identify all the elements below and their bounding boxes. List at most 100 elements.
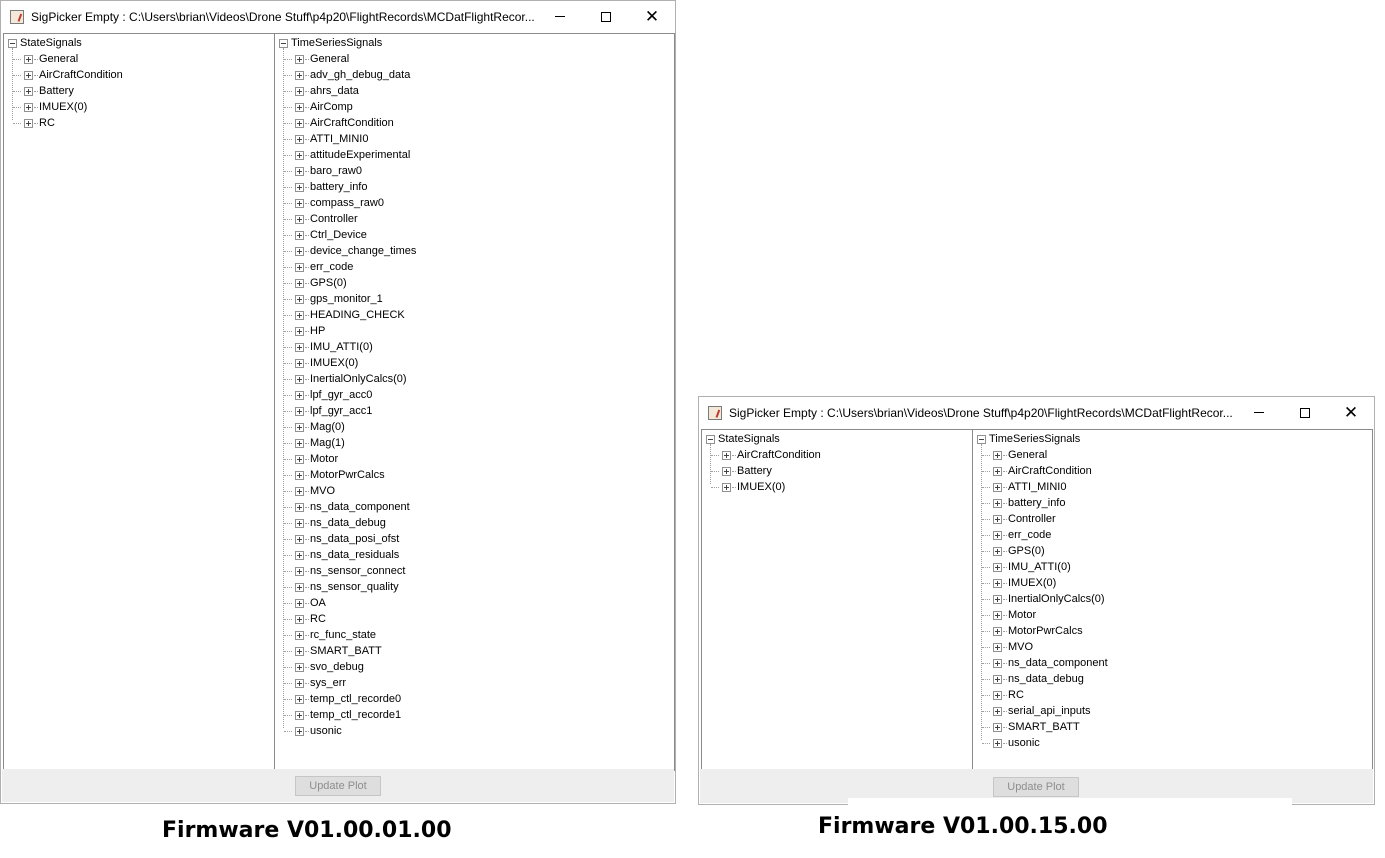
tree-node[interactable]: Controller: [284, 211, 358, 227]
tree-node[interactable]: svo_debug: [284, 659, 364, 675]
tree-expand-icon[interactable]: [295, 630, 304, 640]
tree-expand-icon[interactable]: [24, 86, 33, 96]
tree-node[interactable]: HEADING_CHECK: [284, 307, 405, 323]
tree-root[interactable]: TimeSeriesSignals: [279, 35, 382, 51]
tree-node[interactable]: AirCraftCondition: [711, 447, 821, 463]
tree-expand-icon[interactable]: [295, 326, 304, 336]
tree-expand-icon[interactable]: [993, 674, 1002, 684]
tree-node[interactable]: ATTI_MINI0: [982, 479, 1066, 495]
tree-node[interactable]: IMUEX(0): [284, 355, 358, 371]
tree-expand-icon[interactable]: [295, 214, 304, 224]
tree-root[interactable]: StateSignals: [706, 431, 780, 447]
tree-expand-icon[interactable]: [295, 614, 304, 624]
tree-expand-icon[interactable]: [295, 566, 304, 576]
tree-node[interactable]: ns_data_component: [284, 499, 410, 515]
tree-expand-icon[interactable]: [295, 694, 304, 704]
tree-node[interactable]: MVO: [284, 483, 335, 499]
tree-node[interactable]: General: [284, 51, 349, 67]
tree-expand-icon[interactable]: [295, 86, 304, 96]
tree-expand-icon[interactable]: [993, 450, 1002, 460]
tree-node[interactable]: err_code: [982, 527, 1051, 543]
tree-expand-icon[interactable]: [295, 518, 304, 528]
tree-expand-icon[interactable]: [295, 598, 304, 608]
tree-node[interactable]: temp_ctl_recorde0: [284, 691, 401, 707]
tree-expand-icon[interactable]: [24, 102, 33, 112]
tree-node[interactable]: Battery: [711, 463, 772, 479]
tree-node[interactable]: gps_monitor_1: [284, 291, 383, 307]
tree-node[interactable]: rc_func_state: [284, 627, 376, 643]
tree-expand-icon[interactable]: [295, 438, 304, 448]
tree-collapse-icon[interactable]: [8, 38, 17, 48]
tree-expand-icon[interactable]: [295, 182, 304, 192]
tree-node[interactable]: usonic: [284, 723, 342, 739]
tree-expand-icon[interactable]: [295, 342, 304, 352]
tree-node[interactable]: IMUEX(0): [982, 575, 1056, 591]
tree-node[interactable]: AirComp: [284, 99, 353, 115]
tree-root[interactable]: TimeSeriesSignals: [977, 431, 1080, 447]
tree-expand-icon[interactable]: [295, 486, 304, 496]
tree-node[interactable]: Mag(1): [284, 435, 345, 451]
tree-node[interactable]: IMUEX(0): [13, 99, 87, 115]
tree-node[interactable]: MotorPwrCalcs: [284, 467, 385, 483]
time-series-signals-tree[interactable]: TimeSeriesSignals General adv_gh_debug_dat…: [274, 33, 675, 771]
tree-expand-icon[interactable]: [295, 150, 304, 160]
tree-node[interactable]: GPS(0): [284, 275, 347, 291]
tree-expand-icon[interactable]: [295, 406, 304, 416]
tree-node[interactable]: lpf_gyr_acc1: [284, 403, 372, 419]
tree-node[interactable]: baro_raw0: [284, 163, 362, 179]
tree-node[interactable]: serial_api_inputs: [982, 703, 1091, 719]
tree-node[interactable]: InertialOnlyCalcs(0): [982, 591, 1105, 607]
close-button[interactable]: ✕: [629, 1, 675, 32]
title-bar[interactable]: SigPicker Empty : C:\Users\brian\Videos\…: [1, 1, 675, 32]
tree-expand-icon[interactable]: [993, 642, 1002, 652]
tree-expand-icon[interactable]: [295, 294, 304, 304]
tree-node[interactable]: usonic: [982, 735, 1040, 751]
state-signals-tree[interactable]: StateSignals General AirCraftCondition Batt…: [3, 33, 275, 771]
tree-expand-icon[interactable]: [295, 230, 304, 240]
tree-node[interactable]: IMU_ATTI(0): [284, 339, 373, 355]
tree-expand-icon[interactable]: [295, 726, 304, 736]
tree-expand-icon[interactable]: [722, 482, 731, 492]
tree-expand-icon[interactable]: [722, 466, 731, 476]
tree-node[interactable]: AirCraftCondition: [982, 463, 1092, 479]
tree-node[interactable]: sys_err: [284, 675, 346, 691]
tree-expand-icon[interactable]: [993, 738, 1002, 748]
tree-node[interactable]: General: [13, 51, 78, 67]
update-plot-button[interactable]: Update Plot: [993, 777, 1079, 797]
tree-node[interactable]: Motor: [284, 451, 338, 467]
tree-expand-icon[interactable]: [993, 722, 1002, 732]
tree-node[interactable]: Controller: [982, 511, 1056, 527]
tree-expand-icon[interactable]: [295, 278, 304, 288]
tree-node[interactable]: AirCraftCondition: [284, 115, 394, 131]
tree-node[interactable]: IMU_ATTI(0): [982, 559, 1071, 575]
maximize-button[interactable]: [583, 1, 629, 32]
tree-node[interactable]: RC: [284, 611, 326, 627]
tree-expand-icon[interactable]: [993, 706, 1002, 716]
tree-node[interactable]: OA: [284, 595, 326, 611]
tree-expand-icon[interactable]: [295, 262, 304, 272]
tree-expand-icon[interactable]: [993, 594, 1002, 604]
tree-expand-icon[interactable]: [993, 610, 1002, 620]
tree-node[interactable]: AirCraftCondition: [13, 67, 123, 83]
tree-expand-icon[interactable]: [295, 54, 304, 64]
tree-expand-icon[interactable]: [993, 482, 1002, 492]
tree-expand-icon[interactable]: [295, 246, 304, 256]
tree-expand-icon[interactable]: [295, 198, 304, 208]
tree-node[interactable]: Battery: [13, 83, 74, 99]
tree-expand-icon[interactable]: [295, 166, 304, 176]
tree-expand-icon[interactable]: [993, 690, 1002, 700]
tree-node[interactable]: ns_sensor_quality: [284, 579, 399, 595]
tree-expand-icon[interactable]: [24, 54, 33, 64]
tree-node[interactable]: attitudeExperimental: [284, 147, 410, 163]
tree-node[interactable]: ATTI_MINI0: [284, 131, 368, 147]
tree-collapse-icon[interactable]: [279, 38, 288, 48]
tree-collapse-icon[interactable]: [977, 434, 986, 444]
tree-node[interactable]: HP: [284, 323, 325, 339]
tree-expand-icon[interactable]: [993, 498, 1002, 508]
tree-expand-icon[interactable]: [993, 578, 1002, 588]
minimize-button[interactable]: [537, 1, 583, 32]
tree-node[interactable]: device_change_times: [284, 243, 416, 259]
update-plot-button[interactable]: Update Plot: [295, 776, 381, 796]
tree-expand-icon[interactable]: [993, 562, 1002, 572]
tree-expand-icon[interactable]: [295, 70, 304, 80]
